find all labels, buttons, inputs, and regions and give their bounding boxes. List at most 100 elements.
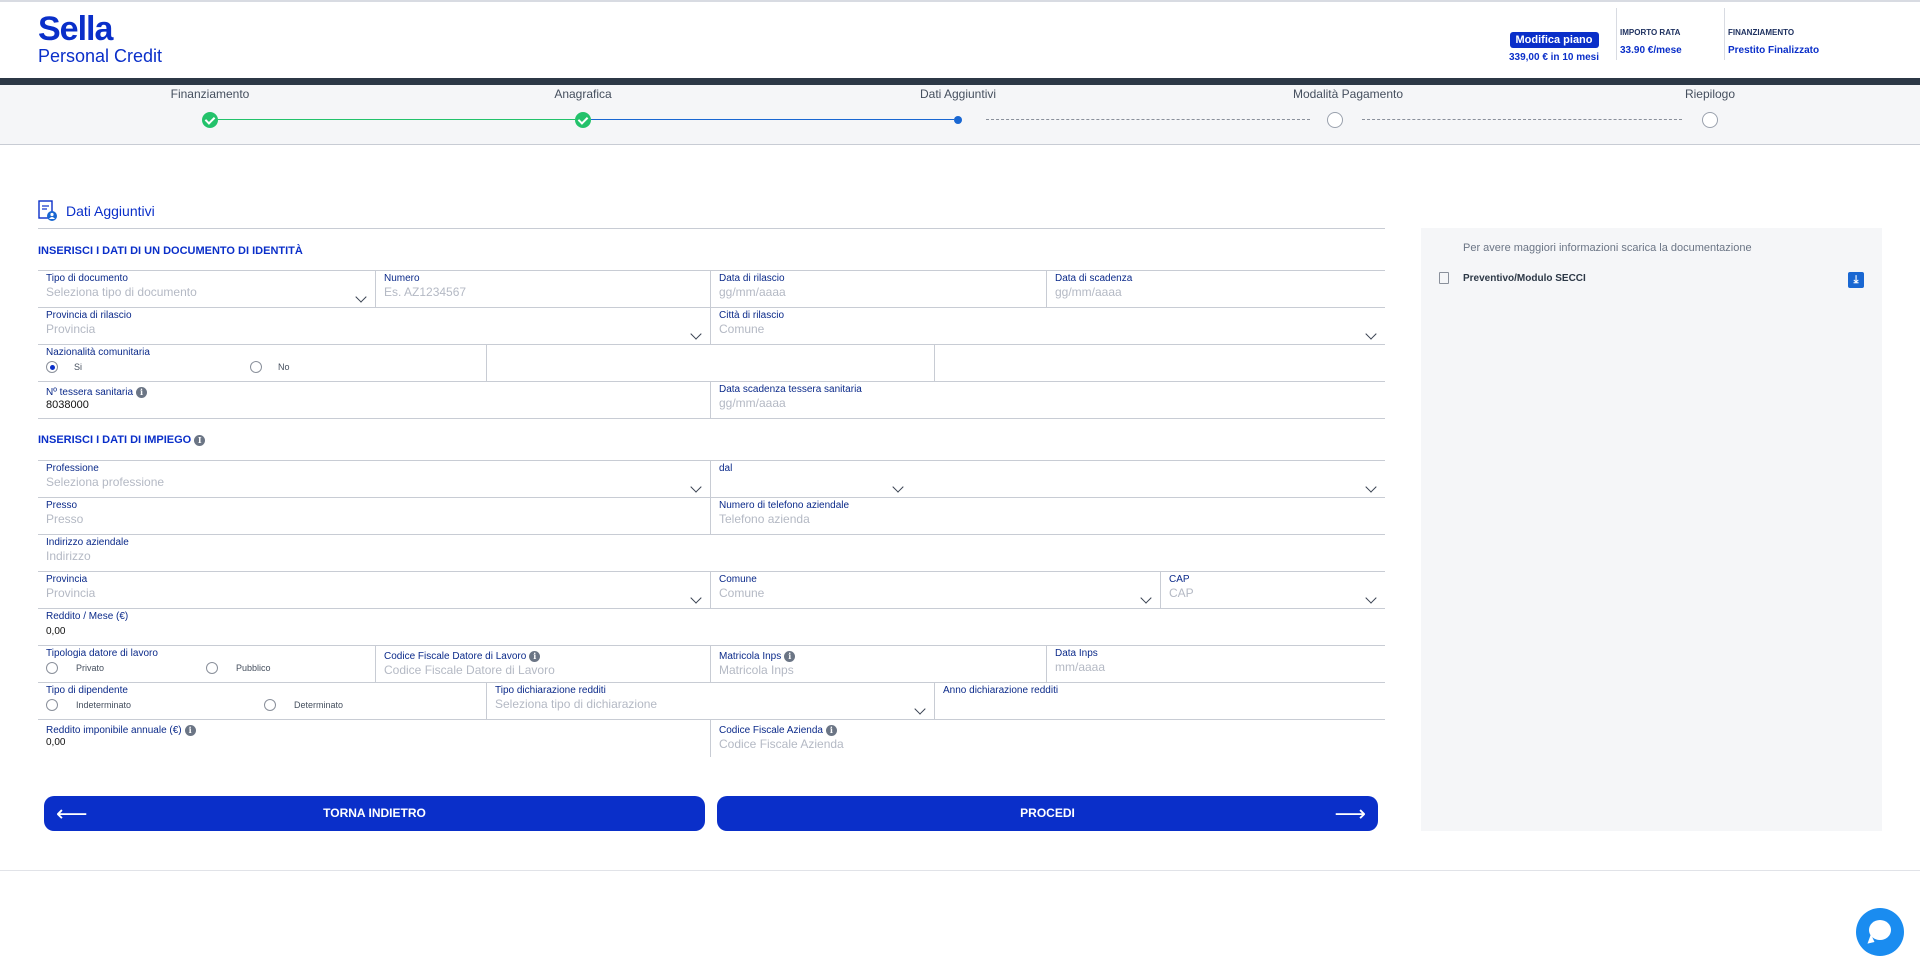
scadenza-tessera-input[interactable]: Data scadenza tessera sanitaria gg/mm/aa… [710, 381, 1385, 418]
modify-plan-button[interactable]: Modifica piano [1509, 32, 1599, 48]
field-label: Codice Fiscale Datore di Lavoro [384, 651, 527, 662]
field-placeholder: Presso [46, 512, 84, 526]
info-icon[interactable]: i [825, 725, 837, 736]
chat-bubble-icon[interactable] [1856, 908, 1904, 956]
field-placeholder: Provincia [46, 586, 96, 600]
nazionalita-si-radio[interactable] [46, 361, 58, 373]
field-label: Reddito / Mese (€) [46, 611, 129, 622]
pubblico-radio[interactable] [206, 662, 218, 674]
numero-documento-input[interactable]: Numero Es. AZ1234567 [375, 270, 710, 307]
plan-summary-text: 339,00 € in 10 mesi [1508, 52, 1600, 63]
plan-summary: Modifica piano 339,00 € in 10 mesi [1506, 8, 1602, 68]
documentation-sidebar: Per avere maggiori informazioni scarica … [1421, 228, 1882, 831]
telefono-aziendale-input[interactable]: Numero di telefono aziendale Telefono az… [710, 497, 1385, 534]
anno-dichiarazione-input[interactable]: Anno dichiarazione redditi [934, 682, 1385, 719]
nazionalita-no-radio[interactable] [250, 361, 262, 373]
dal-date-select[interactable]: dal [710, 460, 1385, 497]
radio-label: Pubblico [236, 663, 271, 673]
field-label: Numero di telefono aziendale [719, 500, 850, 511]
finanziamento-caption: FINANZIAMENTO [1728, 28, 1795, 37]
field-placeholder: Seleziona tipo di documento [46, 285, 197, 299]
field-label: Numero [384, 273, 420, 284]
back-button-label: TORNA INDIETRO [323, 806, 426, 820]
professione-select[interactable]: Professione Seleziona professione [38, 460, 710, 497]
documento-group-title: INSERISCI I DATI DI UN DOCUMENTO DI IDEN… [38, 245, 303, 257]
provincia-select[interactable]: Provincia Provincia [38, 571, 710, 608]
comune-select[interactable]: Comune Comune [710, 571, 1160, 608]
field-label: Data di scadenza [1055, 273, 1133, 284]
info-icon[interactable]: i [136, 387, 148, 398]
step-label-anagrafica: Anagrafica [554, 87, 612, 101]
reddito-mese-input[interactable]: Reddito / Mese (€) 0,00 [38, 608, 1385, 645]
privato-radio[interactable] [46, 662, 58, 674]
step-label-finanziamento: Finanziamento [170, 87, 250, 101]
field-placeholder: Seleziona tipo di dichiarazione [495, 697, 658, 711]
month-chevron-down-icon[interactable] [892, 481, 904, 493]
data-inps-input[interactable]: Data Inps mm/aaaa [1046, 645, 1385, 682]
step-pending-circle-icon [1327, 112, 1343, 128]
field-label: Tipo di documento [46, 273, 128, 284]
field-label: Matricola Inps [719, 651, 782, 662]
header: Sella Personal Credit Modifica piano 339… [0, 2, 1920, 80]
info-icon[interactable]: i [784, 651, 796, 662]
impiego-group-title: INSERISCI I DATI DI IMPIEGO i [38, 434, 206, 446]
field-value: 0,00 [46, 626, 66, 637]
proceed-button[interactable]: PROCEDI ⟶ [717, 796, 1378, 831]
data-rilascio-input[interactable]: Data di rilascio gg/mm/aaaa [710, 270, 1046, 307]
header-divider [1616, 8, 1617, 60]
field-label: Data scadenza tessera sanitaria [719, 384, 862, 395]
matricola-inps-input[interactable]: Matricola Inps i Matricola Inps [710, 645, 1046, 682]
info-icon[interactable]: i [184, 725, 196, 736]
radio-label: Indeterminato [76, 700, 132, 710]
brand-logo[interactable]: Sella Personal Credit [38, 12, 162, 66]
field-placeholder: Codice Fiscale Datore di Lavoro [384, 663, 555, 677]
field-label: Provincia di rilascio [46, 310, 132, 321]
indirizzo-aziendale-input[interactable]: Indirizzo aziendale Indirizzo [38, 534, 1385, 571]
field-label: Data Inps [1055, 648, 1098, 659]
field-label: Comune [719, 574, 757, 585]
determinato-radio[interactable] [264, 699, 276, 711]
indeterminato-radio[interactable] [46, 699, 58, 711]
arrow-left-icon: ⟵ [56, 801, 88, 826]
presso-input[interactable]: Presso Presso [38, 497, 710, 534]
cf-azienda-input[interactable]: Codice Fiscale Azienda i Codice Fiscale A… [710, 719, 1385, 757]
field-placeholder: Seleziona professione [46, 475, 165, 489]
field-placeholder: Matricola Inps [719, 663, 794, 677]
header-divider [1724, 8, 1725, 60]
field-label: Codice Fiscale Azienda [719, 725, 823, 736]
secci-document-row[interactable]: Preventivo/Modulo SECCI ⤓ [1439, 272, 1864, 288]
field-label: CAP [1169, 574, 1190, 585]
info-icon[interactable]: i [529, 651, 541, 662]
row-divider [38, 418, 1385, 419]
field-value: 8038000 [46, 399, 89, 411]
step-done-check-icon [202, 112, 218, 128]
field-label: Nazionalità comunitaria [46, 347, 150, 358]
field-placeholder: Provincia [46, 322, 96, 336]
cap-select[interactable]: CAP CAP [1160, 571, 1385, 608]
field-placeholder: Indirizzo [46, 549, 91, 563]
info-icon[interactable]: i [194, 434, 206, 446]
importo-rata-caption: IMPORTO RATA [1620, 28, 1681, 37]
tessera-sanitaria-input[interactable]: Nº tessera sanitaria i 8038000 [38, 381, 710, 418]
tipo-documento-select[interactable]: Tipo di documento Seleziona tipo di docu… [38, 270, 375, 307]
field-label: dal [719, 463, 733, 474]
field-label: Tipo di dipendente [46, 685, 128, 696]
footer-divider [0, 870, 1920, 871]
data-scadenza-input[interactable]: Data di scadenza gg/mm/aaaa [1046, 270, 1385, 307]
provincia-rilascio-select[interactable]: Provincia di rilascio Provincia [38, 307, 710, 344]
download-icon[interactable]: ⤓ [1848, 272, 1864, 288]
citta-rilascio-select[interactable]: Città di rilascio Comune [710, 307, 1385, 344]
document-user-icon [38, 200, 57, 221]
cf-datore-input[interactable]: Codice Fiscale Datore di Lavoro i Codice … [375, 645, 710, 682]
proceed-button-label: PROCEDI [1020, 806, 1075, 820]
sidebar-info-text: Per avere maggiori informazioni scarica … [1463, 242, 1752, 254]
field-label: Anno dichiarazione redditi [943, 685, 1059, 696]
step-connector-pending [986, 119, 1310, 120]
back-button[interactable]: ⟵ TORNA INDIETRO [44, 796, 705, 831]
year-chevron-down-icon[interactable] [1365, 481, 1377, 493]
step-done-check-icon [575, 112, 591, 128]
field-placeholder: Telefono azienda [719, 512, 810, 526]
step-label-dati-aggiuntivi: Dati Aggiuntivi [919, 87, 997, 101]
tipo-dichiarazione-select[interactable]: Tipo dichiarazione redditi Seleziona tip… [486, 682, 934, 719]
reddito-annuale-input[interactable]: Reddito imponibile annuale (€) i 0,00 [38, 719, 710, 757]
